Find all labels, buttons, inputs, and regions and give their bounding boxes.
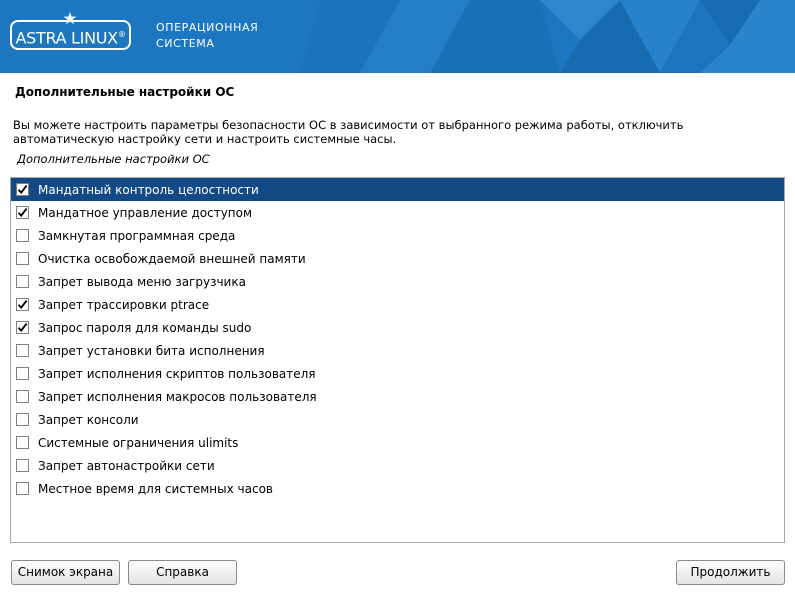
option-row[interactable]: Мандатный контроль целостности bbox=[11, 178, 784, 201]
option-row[interactable]: Местное время для системных часов bbox=[11, 477, 784, 500]
options-list-label: Дополнительные настройки ОС bbox=[17, 152, 210, 166]
option-checkbox[interactable] bbox=[16, 275, 29, 288]
option-checkbox[interactable] bbox=[16, 390, 29, 403]
option-label: Системные ограничения ulimits bbox=[38, 435, 239, 450]
option-row[interactable]: Запрос пароля для команды sudo bbox=[11, 316, 784, 339]
option-checkbox[interactable] bbox=[16, 183, 29, 196]
option-label: Мандатный контроль целостности bbox=[38, 182, 259, 197]
option-row[interactable]: Замкнутая программная среда bbox=[11, 224, 784, 247]
option-label: Запрет консоли bbox=[38, 412, 139, 427]
screenshot-button[interactable]: Снимок экрана bbox=[11, 560, 120, 585]
checkmark-icon bbox=[17, 185, 28, 194]
option-label: Запрос пароля для команды sudo bbox=[38, 320, 252, 335]
option-row[interactable]: Запрет исполнения скриптов пользователя bbox=[11, 362, 784, 385]
option-row[interactable]: Запрет консоли bbox=[11, 408, 784, 431]
option-checkbox[interactable] bbox=[16, 206, 29, 219]
option-checkbox[interactable] bbox=[16, 436, 29, 449]
page-description: Вы можете настроить параметры безопаснос… bbox=[13, 118, 684, 146]
option-checkbox[interactable] bbox=[16, 344, 29, 357]
logo-subtitle-line1: ОПЕРАЦИОННАЯ bbox=[156, 21, 259, 34]
option-checkbox[interactable] bbox=[16, 482, 29, 495]
option-row[interactable]: Очистка освобождаемой внешней памяти bbox=[11, 247, 784, 270]
option-checkbox[interactable] bbox=[16, 229, 29, 242]
help-button[interactable]: Справка bbox=[128, 560, 237, 585]
logo-subtitle: ОПЕРАЦИОННАЯ СИСТЕМА bbox=[156, 20, 258, 52]
option-label: Очистка освобождаемой внешней памяти bbox=[38, 251, 306, 266]
option-label: Запрет установки бита исполнения bbox=[38, 343, 265, 358]
option-checkbox[interactable] bbox=[16, 413, 29, 426]
option-label: Мандатное управление доступом bbox=[38, 205, 253, 220]
option-checkbox[interactable] bbox=[16, 252, 29, 265]
option-label: Запрет исполнения скриптов пользователя bbox=[38, 366, 316, 381]
logo-subtitle-line2: СИСТЕМА bbox=[156, 37, 215, 50]
star-icon bbox=[63, 12, 77, 25]
option-label: Местное время для системных часов bbox=[38, 481, 273, 496]
option-checkbox[interactable] bbox=[16, 298, 29, 311]
option-checkbox[interactable] bbox=[16, 459, 29, 472]
option-row[interactable]: Мандатное управление доступом bbox=[11, 201, 784, 224]
option-checkbox[interactable] bbox=[16, 321, 29, 334]
header-banner: ASTRA LINUX® ОПЕРАЦИОННАЯ СИСТЕМА bbox=[0, 0, 795, 73]
checkmark-icon bbox=[17, 300, 28, 309]
option-row[interactable]: Запрет вывода меню загрузчика bbox=[11, 270, 784, 293]
checkmark-icon bbox=[17, 208, 28, 217]
checkmark-icon bbox=[17, 323, 28, 332]
option-checkbox[interactable] bbox=[16, 367, 29, 380]
logo-registered-mark: ® bbox=[117, 30, 126, 39]
option-label: Замкнутая программная среда bbox=[38, 228, 236, 243]
page-title: Дополнительные настройки ОС bbox=[15, 85, 235, 99]
option-row[interactable]: Запрет автонастройки сети bbox=[11, 454, 784, 477]
option-label: Запрет исполнения макросов пользователя bbox=[38, 389, 317, 404]
continue-button[interactable]: Продолжить bbox=[676, 560, 785, 585]
option-label: Запрет трассировки ptrace bbox=[38, 297, 210, 312]
option-label: Запрет вывода меню загрузчика bbox=[38, 274, 246, 289]
option-row[interactable]: Запрет исполнения макросов пользователя bbox=[11, 385, 784, 408]
option-label: Запрет автонастройки сети bbox=[38, 458, 215, 473]
option-row[interactable]: Запрет трассировки ptrace bbox=[11, 293, 784, 316]
options-checklist[interactable]: Мандатный контроль целостности Мандатное … bbox=[10, 177, 785, 543]
option-row[interactable]: Запрет установки бита исполнения bbox=[11, 339, 784, 362]
logo-text: ASTRA LINUX bbox=[15, 28, 118, 48]
option-row[interactable]: Системные ограничения ulimits bbox=[11, 431, 784, 454]
